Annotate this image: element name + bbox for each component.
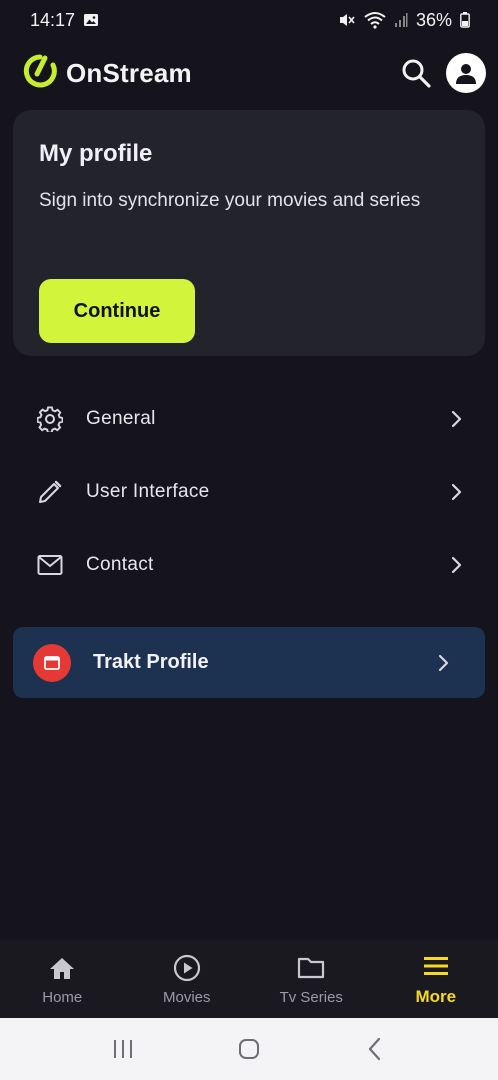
menu-label-user-interface: User Interface — [86, 480, 210, 502]
tab-tv-series-label: Tv Series — [279, 988, 343, 1006]
gear-icon — [36, 405, 64, 433]
chevron-right-icon — [450, 556, 462, 574]
profile-card: My profile Sign into synchronize your mo… — [13, 110, 485, 356]
tab-home-label: Home — [42, 988, 83, 1006]
profile-title: My profile — [39, 140, 153, 167]
app-name: OnStream — [66, 57, 192, 88]
trakt-icon — [33, 643, 71, 682]
status-left: 14:17 — [30, 10, 99, 31]
settings-menu: General User Interface Contact — [0, 382, 498, 601]
status-time: 14:17 — [30, 9, 76, 30]
status-bar: 14:17 36% — [0, 0, 498, 40]
tab-movies[interactable]: Movies — [125, 940, 250, 1018]
tab-home[interactable]: Home — [0, 940, 125, 1018]
tab-movies-label: Movies — [162, 988, 211, 1006]
menu-item-user-interface[interactable]: User Interface — [0, 455, 498, 528]
bottom-navigation: Home Movies Tv Series More — [0, 940, 498, 1018]
menu-label-contact: Contact — [86, 553, 154, 575]
system-navigation-bar — [0, 1018, 498, 1080]
recent-apps-icon[interactable] — [93, 1024, 153, 1074]
trakt-profile-label: Trakt Profile — [93, 651, 209, 673]
menu-item-general[interactable]: General — [0, 382, 498, 455]
play-circle-icon — [173, 953, 201, 983]
continue-button[interactable]: Continue — [39, 279, 195, 343]
search-icon[interactable] — [400, 57, 432, 89]
signal-icon — [394, 12, 408, 28]
profile-description: Sign into synchronize your movies and se… — [39, 190, 421, 211]
brand: OnStream — [22, 53, 192, 94]
wifi-icon — [364, 11, 386, 29]
battery-percent: 36% — [415, 9, 452, 30]
home-button-icon[interactable] — [219, 1024, 279, 1074]
trakt-profile-button[interactable]: Trakt Profile — [13, 627, 485, 698]
chevron-right-icon — [450, 483, 462, 501]
status-right: 36% — [338, 10, 470, 31]
battery-icon — [460, 12, 470, 28]
chevron-right-icon — [450, 410, 462, 428]
menu-icon — [422, 951, 450, 981]
menu-label-general: General — [86, 407, 156, 429]
mail-icon — [36, 551, 64, 579]
pencil-icon — [36, 478, 64, 506]
app-header: OnStream — [0, 44, 498, 102]
mute-icon — [338, 11, 356, 29]
back-icon[interactable] — [345, 1024, 405, 1074]
home-icon — [49, 953, 75, 983]
onstream-logo-icon — [22, 53, 58, 94]
folder-icon — [297, 953, 325, 983]
tab-more[interactable]: More — [374, 940, 498, 1018]
menu-item-contact[interactable]: Contact — [0, 528, 498, 601]
tab-more-label: More — [415, 987, 457, 1006]
chevron-right-icon — [437, 654, 449, 672]
tab-tv-series[interactable]: Tv Series — [249, 940, 374, 1018]
account-icon[interactable] — [446, 53, 486, 93]
gallery-notification-icon — [83, 12, 99, 28]
header-actions — [400, 53, 486, 93]
